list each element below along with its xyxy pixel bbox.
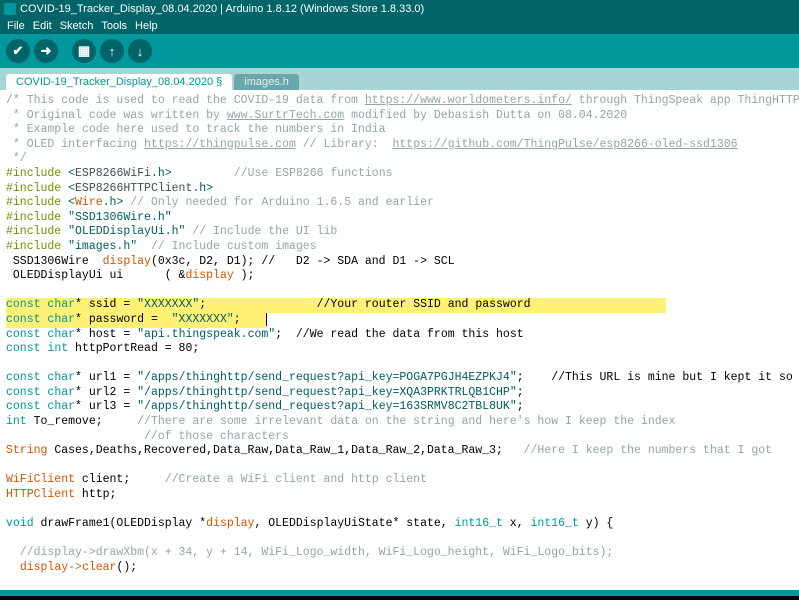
code-line: #include "SSD1306Wire.h"	[6, 211, 172, 224]
comment: * OLED interfacing https://thingpulse.co…	[6, 138, 738, 151]
code-line: const char* host = "api.thingspeak.com";…	[6, 328, 524, 341]
code-line: #include <ESP8266HTTPClient.h>	[6, 182, 213, 195]
new-icon: ▦	[78, 43, 90, 59]
highlighted-line: const char* password = "XXXXXXX";	[6, 313, 266, 328]
menu-tools[interactable]: Tools	[98, 18, 130, 34]
comment: * Original code was written by www.Surtr…	[6, 109, 627, 122]
link-surtrtech[interactable]: www.SurtrTech.com	[227, 109, 344, 122]
tab-main[interactable]: COVID-19_Tracker_Display_08.04.2020 §	[6, 74, 232, 90]
save-button[interactable]: ↓	[128, 39, 152, 63]
code-line: const char* url3 = "/apps/thinghttp/send…	[6, 400, 524, 413]
code-line: String Cases,Deaths,Recovered,Data_Raw,D…	[6, 444, 772, 457]
menu-edit[interactable]: Edit	[30, 18, 55, 34]
comment: */	[6, 152, 27, 165]
code-line: #include "OLEDDisplayUi.h" // Include th…	[6, 225, 337, 238]
code-line: #include "images.h" // Include custom im…	[6, 240, 317, 253]
highlighted-line: const char* ssid = "XXXXXXX"; //Your rou…	[6, 298, 666, 313]
comment: * Example code here used to track the nu…	[6, 123, 386, 136]
menu-sketch[interactable]: Sketch	[57, 18, 97, 34]
code-line: const char* url1 = "/apps/thinghttp/send…	[6, 371, 799, 384]
comment: //display->drawXbm(x + 34, y + 14, WiFi_…	[6, 546, 613, 559]
code-line: SSD1306Wire display(0x3c, D2, D1); // D2…	[6, 255, 455, 268]
app-icon	[4, 3, 16, 15]
link-worldometers[interactable]: https://www.worldometers.info/	[365, 94, 572, 107]
arrow-right-icon: ➜	[41, 43, 52, 59]
code-line: #include <Wire.h> // Only needed for Ard…	[6, 196, 434, 209]
tab-images[interactable]: images.h	[234, 74, 299, 90]
link-github[interactable]: https://github.com/ThingPulse/esp8266-ol…	[392, 138, 737, 151]
menu-file[interactable]: File	[4, 18, 28, 34]
new-button[interactable]: ▦	[72, 39, 96, 63]
code-line: WiFiClient client; //Create a WiFi clien…	[6, 473, 427, 486]
check-icon: ✔	[13, 43, 24, 59]
open-icon: ↑	[109, 44, 116, 59]
comment: /* This code is used to read the COVID-1…	[6, 94, 799, 107]
code-line: int To_remove; //There are some irreleva…	[6, 415, 675, 428]
verify-button[interactable]: ✔	[6, 39, 30, 63]
code-line: #include <ESP8266WiFi.h> //Use ESP8266 f…	[6, 167, 393, 180]
menu-bar: File Edit Sketch Tools Help	[0, 18, 799, 34]
code-line: const char* url2 = "/apps/thinghttp/send…	[6, 386, 524, 399]
open-button[interactable]: ↑	[100, 39, 124, 63]
link-thingpulse[interactable]: https://thingpulse.com	[144, 138, 296, 151]
code-line: OLEDDisplayUi ui ( &display );	[6, 269, 254, 282]
code-editor[interactable]: /* This code is used to read the COVID-1…	[0, 90, 799, 590]
upload-button[interactable]: ➜	[34, 39, 58, 63]
code-line: void drawFrame1(OLEDDisplay *display, OL…	[6, 517, 613, 530]
window-title: COVID-19_Tracker_Display_08.04.2020 | Ar…	[20, 0, 424, 18]
code-line: display->clear();	[6, 561, 137, 574]
comment: //of those characters	[6, 430, 289, 443]
code-line: HTTPClient http;	[6, 488, 116, 501]
tab-row: COVID-19_Tracker_Display_08.04.2020 § im…	[0, 68, 799, 90]
console-area[interactable]	[0, 596, 799, 600]
save-icon: ↓	[137, 44, 144, 59]
window-titlebar: COVID-19_Tracker_Display_08.04.2020 | Ar…	[0, 0, 799, 18]
code-line: const int httpPortRead = 80;	[6, 342, 199, 355]
toolbar: ✔ ➜ ▦ ↑ ↓	[0, 34, 799, 68]
menu-help[interactable]: Help	[132, 18, 161, 34]
text-cursor	[266, 313, 267, 326]
